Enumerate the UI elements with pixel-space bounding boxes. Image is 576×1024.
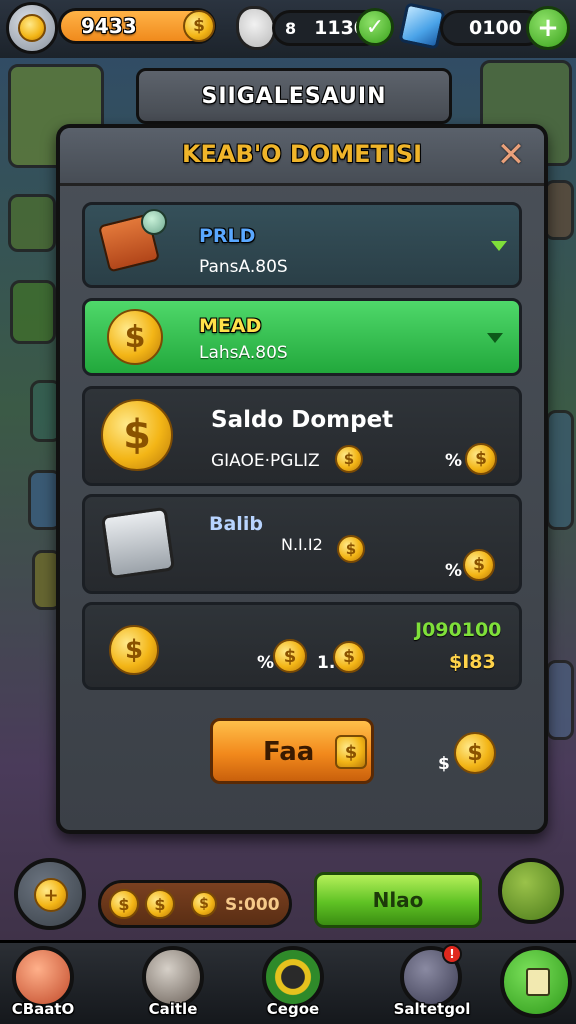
bg-tile [10,280,56,344]
coin-icon: $ [183,10,215,42]
chevron-down-icon [487,333,503,343]
coin-amount-row: $ % $ 1. $ J090100 $I83 [82,602,522,690]
gold-amount: 9433 [81,14,137,38]
bg-tile [546,410,574,530]
wallet-title: Saldo Dompet [211,407,394,433]
payment-option-2[interactable]: $ MEAD LahsA.80S [82,298,522,376]
screen-title-banner: SIIGALESAUIN [136,68,452,124]
coin-icon: $ [191,891,217,917]
cash-wallet-icon [100,506,176,580]
coin-icon: $ [454,732,496,774]
nav-mascot-icon[interactable] [142,946,204,1008]
bg-tile [546,660,574,740]
confirm-button-label: Faa [263,737,315,767]
option-title: PRLD [199,225,256,247]
coin-icon: $ [337,535,365,563]
coin-bar-value: S:000 [225,895,280,915]
crystals-amount: 0100 [469,17,522,39]
bg-tile [544,180,574,240]
coin-row-prefix: % [257,653,275,673]
green-action-button[interactable]: Nlao [314,872,482,928]
coin-icon: $ [109,625,159,675]
coin-row-amount-bottom: $I83 [449,651,496,673]
gem-icon [141,209,167,235]
close-x-icon[interactable]: ✕ [492,135,530,175]
nav-document-icon[interactable] [500,946,572,1018]
nav-label-3[interactable]: Saltetgol [378,1000,486,1018]
confirm-button[interactable]: Faa $ [210,718,374,784]
coin-row-amount-top: J090100 [415,619,502,641]
wallet-multiplier: % [445,451,463,471]
mascot-icon [236,6,276,50]
action-multiplier: $ [438,754,450,774]
nav-label-0[interactable]: CBaatO [0,1000,86,1018]
crystal-cube-icon [398,2,446,50]
coin-bar: $ $ $ S:000 [98,880,292,928]
notification-badge: ! [442,944,462,964]
gems-prefix: 8 [285,18,297,38]
bg-tile [8,194,56,252]
cash-balance-row: Balib N.I.I2 $ % $ [82,494,522,594]
coin-icon: $ [145,889,175,919]
nav-avatar-icon[interactable] [12,946,74,1008]
coin-icon: $ [335,445,363,473]
big-coin-icon: $ [101,399,173,471]
nav-label-2[interactable]: Cegoe [250,1000,336,1018]
profile-avatar-icon[interactable] [6,2,58,54]
wallet-balance-row: $ Saldo Dompet GIAOE·PGLIZ $ % $ [82,386,522,486]
dialog-title: KEAB'O DOMETISI [181,140,423,168]
coin-icon: $ [333,641,365,673]
wallet-label: GIAOE·PGLIZ [211,451,320,471]
cash-title: Balib [209,513,263,535]
option-subtitle: PansA.80S [199,257,288,277]
nav-label-1[interactable]: Caitle [130,1000,216,1018]
coin-icon: $ [335,735,367,769]
cash-label: N.I.I2 [281,535,323,554]
chevron-down-icon [491,241,507,251]
add-crystals-button[interactable]: + [526,6,570,50]
add-gems-button[interactable]: ✓ [356,8,394,46]
nav-ring-icon[interactable] [262,946,324,1008]
payment-option-1[interactable]: PRLD PansA.80S [82,202,522,288]
coin-icon: $ [463,549,495,581]
coin-icon: $ [107,309,163,365]
chat-button[interactable]: + [14,858,86,930]
coin-icon: $ [465,443,497,475]
screen-title: SIIGALESAUIN [201,83,387,109]
cash-multiplier: % [445,561,463,581]
coin-icon: $ [109,889,139,919]
map-button[interactable] [498,858,564,924]
coin-icon: + [34,878,68,912]
option-subtitle: LahsA.80S [199,343,288,363]
option-title: MEAD [199,315,262,337]
coin-icon: $ [273,639,307,673]
green-action-label: Nlao [372,888,424,912]
